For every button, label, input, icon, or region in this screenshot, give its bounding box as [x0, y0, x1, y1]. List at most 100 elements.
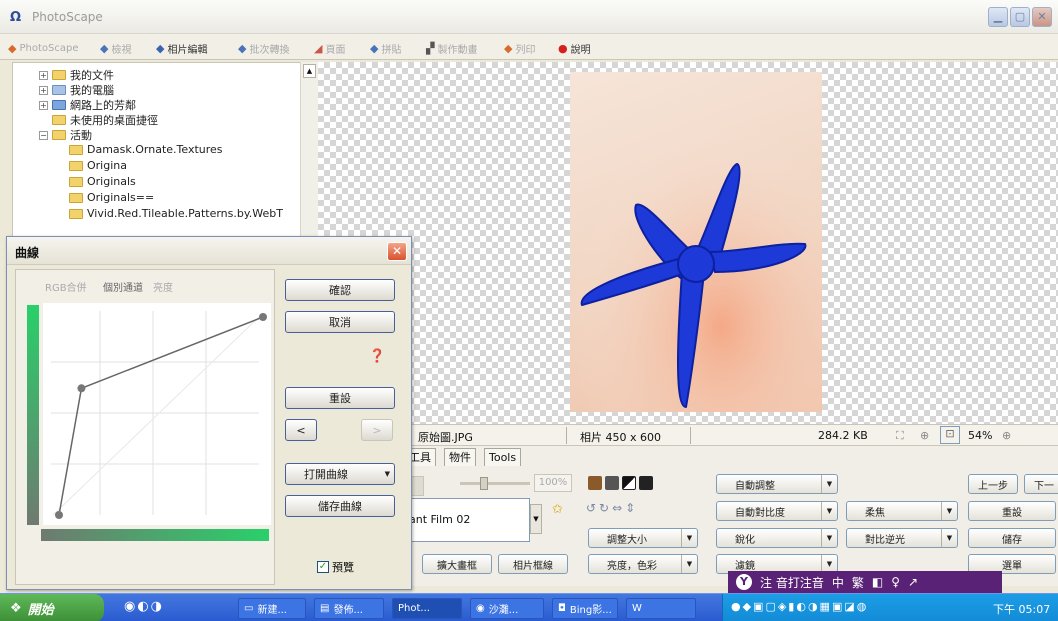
resize-button[interactable]: 調整大小 ▼: [588, 528, 698, 548]
fit-screen-icon[interactable]: ⛶: [896, 429, 904, 443]
reset-button[interactable]: 重設: [285, 387, 395, 409]
backlight-button[interactable]: 對比逆光 ▼: [846, 528, 958, 548]
quicklaunch-icons[interactable]: ◉◐◑: [124, 599, 164, 614]
tree-item[interactable]: − 活動: [39, 127, 92, 143]
tree-item[interactable]: + 網路上的芳鄰: [39, 97, 136, 113]
start-button[interactable]: ❖ 開始: [0, 594, 104, 621]
next-button[interactable]: >: [361, 419, 393, 441]
filter-dropdown-arrow[interactable]: ▼: [530, 504, 542, 534]
brightness-color-button[interactable]: 亮度，色彩 ▼: [588, 554, 698, 574]
tab-gif[interactable]: ▞ 製作動畫: [426, 39, 477, 57]
auto-level-button[interactable]: 自動調整 ▼: [716, 474, 838, 494]
sharpen-button[interactable]: 銳化 ▼: [716, 528, 838, 548]
rotate-flip-icons[interactable]: ↺↻⇔⇕: [586, 501, 638, 515]
curve-graph[interactable]: [43, 303, 271, 525]
redo-button[interactable]: 下一: [1024, 474, 1058, 494]
minimize-button[interactable]: ▁: [988, 7, 1008, 27]
favorite-star-icon[interactable]: ✩: [552, 502, 563, 517]
ime-mode[interactable]: 中: [832, 574, 844, 591]
dropdown-arrow-icon[interactable]: ▼: [941, 502, 957, 520]
tree-item[interactable]: 未使用的桌面捷徑: [52, 112, 158, 128]
maximize-button[interactable]: ▢: [1010, 7, 1030, 27]
tree-item[interactable]: Vivid.Red.Tileable.Patterns.by.WebT: [69, 207, 283, 220]
save-curve-button[interactable]: 儲存曲線: [285, 495, 395, 517]
tree-item[interactable]: + 我的文件: [39, 67, 114, 83]
checkbox-check-icon[interactable]: ✓: [317, 561, 329, 573]
taskbar-item[interactable]: W: [626, 598, 696, 619]
tab-batch[interactable]: ◆ 批次轉換: [238, 39, 289, 57]
scroll-up-button[interactable]: ▲: [303, 64, 316, 78]
dropdown-arrow-icon[interactable]: ▼: [821, 475, 837, 493]
brightness-value[interactable]: 100%: [534, 474, 572, 492]
grayscale-tool-icon[interactable]: [605, 476, 619, 490]
tab-combine[interactable]: ◆ 拼貼: [370, 39, 401, 57]
tree-item[interactable]: Damask.Ornate.Textures: [69, 143, 223, 156]
tree-item[interactable]: + 我的電腦: [39, 82, 114, 98]
prev-button[interactable]: <: [285, 419, 317, 441]
tab-photoscape[interactable]: ◆ PhotoScape: [8, 39, 78, 57]
yahoo-ime-icon[interactable]: Y: [736, 574, 752, 590]
tab-channels[interactable]: 個別通道: [103, 279, 143, 294]
tab-page[interactable]: ◢ 頁面: [314, 39, 345, 57]
tab-editor[interactable]: ◆ 相片編輯: [156, 39, 207, 57]
cancel-button[interactable]: 取消: [285, 311, 395, 333]
help-icon[interactable]: ❓: [369, 349, 385, 364]
tree-scrollbar[interactable]: ▲: [300, 62, 318, 240]
ime-arrow-icon[interactable]: ↗: [908, 575, 918, 589]
negative-tool-icon[interactable]: [639, 476, 653, 490]
tab-print[interactable]: ◆ 列印: [504, 39, 535, 57]
subtab-objects[interactable]: 物件: [444, 448, 476, 466]
ime-bulb-icon[interactable]: ♀: [891, 575, 900, 589]
taskbar-item[interactable]: ▭ 新建...: [238, 598, 306, 619]
slider-thumb[interactable]: [480, 477, 488, 490]
tree-item[interactable]: Originals==: [69, 191, 154, 204]
dropdown-arrow-icon[interactable]: ▼: [821, 529, 837, 547]
curve-control-point[interactable]: [259, 313, 267, 321]
expand-icon[interactable]: +: [39, 100, 48, 110]
ime-settings-icon[interactable]: ◧: [872, 575, 883, 589]
frame-filter-select[interactable]: ant Film 02: [400, 498, 530, 542]
soften-button[interactable]: 柔焦 ▼: [846, 501, 958, 521]
curve-control-point[interactable]: [55, 511, 63, 519]
dropdown-arrow-icon[interactable]: ▼: [821, 502, 837, 520]
zoom-in-icon[interactable]: ⊕: [1002, 429, 1011, 442]
collapse-icon[interactable]: −: [39, 130, 48, 140]
taskbar-item[interactable]: ▤ 發佈...: [314, 598, 384, 619]
zoom-actual-icon[interactable]: ⊕: [920, 429, 929, 442]
undo-button[interactable]: 上一步: [968, 474, 1018, 494]
tray-icons[interactable]: ●◆▣▢◈▮◐◑▦▣◪◍: [731, 600, 868, 613]
dropdown-arrow-icon[interactable]: ▼: [681, 529, 697, 547]
preview-checkbox[interactable]: ✓ 預覽: [317, 559, 354, 575]
dropdown-arrow-icon[interactable]: ▼: [941, 529, 957, 547]
taskbar-item-active[interactable]: Phot...: [392, 598, 462, 619]
tree-item[interactable]: Originals: [69, 175, 136, 188]
auto-contrast-button[interactable]: 自動對比度 ▼: [716, 501, 838, 521]
zoom-fit-icon[interactable]: ⊡: [940, 426, 960, 444]
open-curve-button[interactable]: 打開曲線 ▼: [285, 463, 395, 485]
curve-control-point[interactable]: [77, 384, 86, 393]
reset-button[interactable]: 重設: [968, 501, 1056, 521]
color-tool-icon[interactable]: [588, 476, 602, 490]
tab-luminance[interactable]: 亮度: [153, 279, 173, 294]
expand-icon[interactable]: +: [39, 70, 48, 80]
dialog-close-button[interactable]: ✕: [387, 242, 407, 261]
save-button[interactable]: 儲存: [968, 528, 1056, 548]
tab-rgb[interactable]: RGB合併: [45, 279, 87, 294]
dropdown-arrow-icon[interactable]: ▼: [385, 470, 390, 478]
bw-tool-icon[interactable]: [622, 476, 636, 490]
ime-width[interactable]: 繁: [852, 574, 864, 591]
dropdown-arrow-icon[interactable]: ▼: [681, 555, 697, 573]
subtab-tools-en[interactable]: Tools: [484, 448, 522, 466]
tab-help[interactable]: ● 說明: [558, 39, 591, 57]
expand-icon[interactable]: +: [39, 85, 48, 95]
close-button[interactable]: ✕: [1032, 7, 1052, 27]
photo-frame-button[interactable]: 相片框線: [498, 554, 568, 574]
tab-viewer[interactable]: ◆ 檢視: [100, 39, 131, 57]
folder-tree[interactable]: + 我的文件 + 我的電腦 + 網路上的芳鄰 未使用的桌面捷徑 − 活動 Damask.…: [12, 62, 304, 240]
taskbar-item[interactable]: ◘ Bing影...: [552, 598, 618, 619]
brightness-slider[interactable]: [460, 477, 530, 490]
taskbar-item[interactable]: ◉ 沙灘...: [470, 598, 544, 619]
ime-label[interactable]: 注 音打注音: [760, 574, 824, 591]
ok-button[interactable]: 確認: [285, 279, 395, 301]
tree-item[interactable]: Origina: [69, 159, 127, 172]
